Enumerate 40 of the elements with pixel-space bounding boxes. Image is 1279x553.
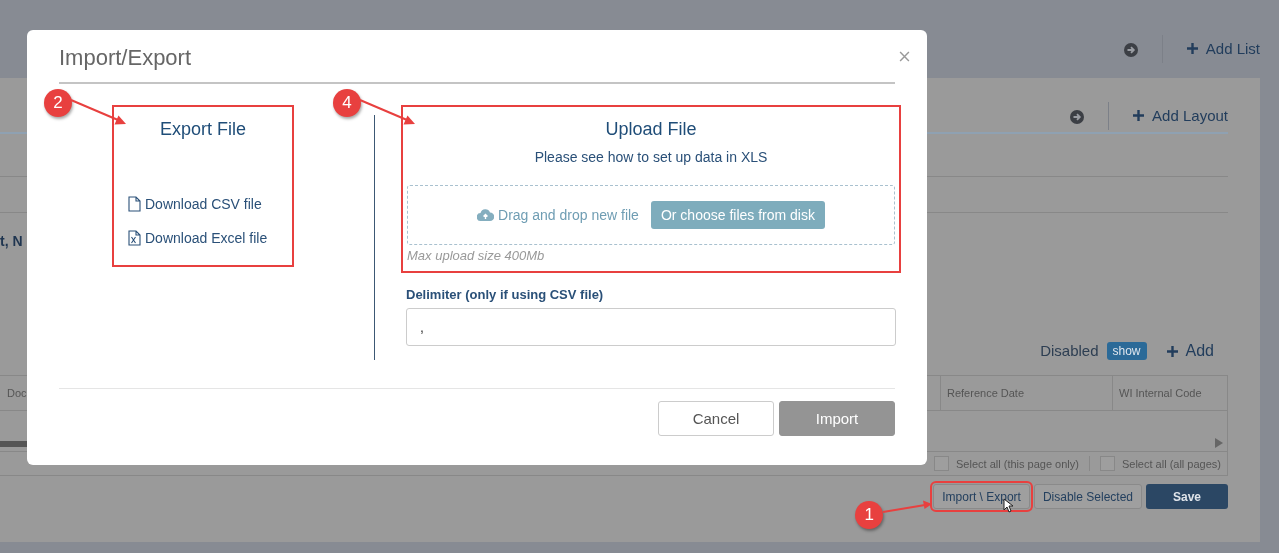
help-text: Please see how to set up data in XLS — [533, 149, 769, 165]
cancel-button[interactable]: Cancel — [658, 401, 774, 436]
close-icon[interactable] — [899, 50, 910, 62]
checkbox-label: Select all (this page only) — [956, 457, 1079, 470]
file-icon — [128, 196, 141, 212]
field-label: Delimiter (only if using CSV file) — [406, 287, 605, 302]
save-button[interactable]: Save — [1146, 484, 1228, 509]
plus-icon — [1166, 345, 1178, 357]
arrow-circle-icon[interactable] — [1123, 43, 1138, 57]
section-title: Export File — [159, 119, 247, 140]
column-header: Doc — [6, 386, 28, 401]
callout-badge: 2 — [44, 89, 72, 117]
column-header: Reference Date — [940, 376, 1112, 410]
disabled-label: Disabled — [1040, 342, 1099, 359]
arrow-circle-icon[interactable] — [1070, 110, 1085, 124]
callout-badge: 4 — [333, 89, 361, 117]
plus-icon — [1186, 43, 1198, 54]
cloud-upload-icon — [477, 209, 495, 221]
download-link[interactable]: Download Excel file — [128, 230, 268, 246]
choose-files-button[interactable]: Or choose files from disk — [650, 201, 825, 229]
section-title: Upload File — [604, 119, 698, 140]
add-list-link[interactable]: Add List — [1186, 40, 1260, 57]
upload-hint: Max upload size 400Mb — [407, 248, 546, 263]
drop-zone[interactable]: Drag and drop new file Or choose files from disk — [407, 185, 895, 245]
scroll-right-icon[interactable] — [1215, 438, 1223, 448]
add-link[interactable]: Add — [1166, 342, 1214, 360]
download-link[interactable]: Download CSV file — [128, 196, 262, 212]
action-button[interactable]: Disable Selected — [1033, 484, 1142, 509]
action-button[interactable]: Import \ Export — [933, 484, 1030, 509]
plus-icon — [1133, 110, 1145, 121]
add-layout-link[interactable]: Add Layout — [1133, 107, 1228, 124]
column-header: WI Internal Code — [1112, 376, 1227, 410]
callout-badge: 1 — [855, 501, 884, 529]
dialog-title: Import/Export — [59, 45, 192, 71]
drop-label: Drag and drop new file — [477, 207, 639, 223]
show-toggle[interactable]: show — [1106, 342, 1147, 360]
partial-text: t, N — [0, 233, 23, 249]
checkbox-label: Select all (all pages) — [1121, 457, 1221, 470]
delimiter-field[interactable]: , — [406, 308, 896, 346]
spreadsheet-file-icon — [128, 230, 141, 246]
